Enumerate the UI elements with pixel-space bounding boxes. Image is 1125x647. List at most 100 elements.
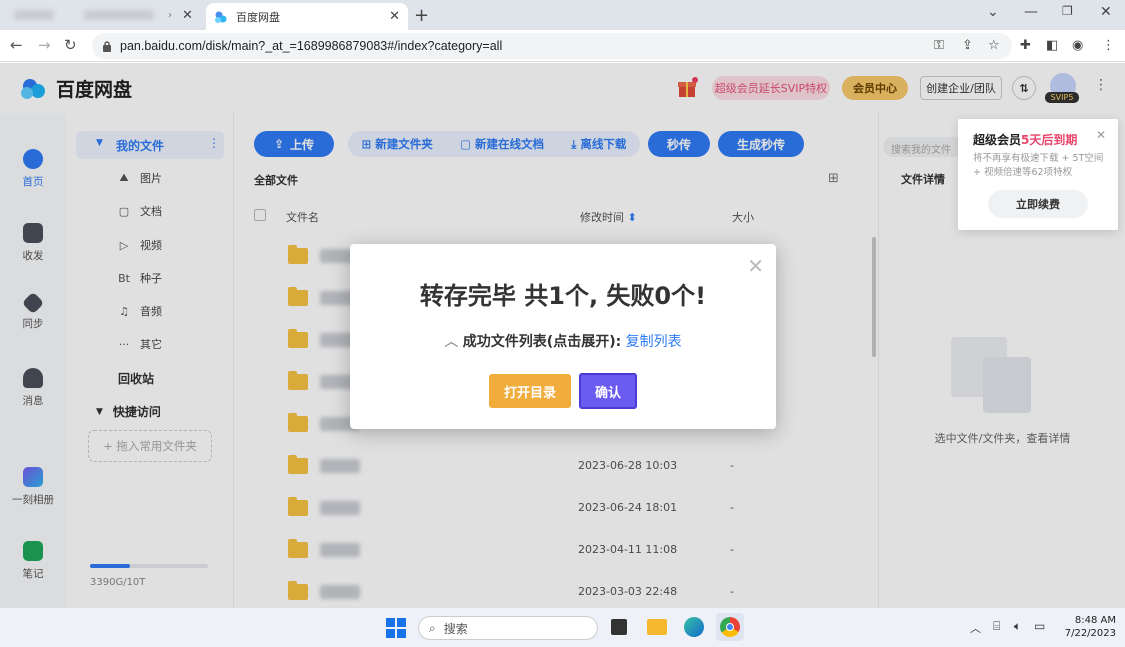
dialog-close-icon[interactable]: ✕ [747,254,764,278]
chevron-up-icon[interactable]: ︿ [444,334,458,350]
folder-icon [288,371,308,390]
storage-text: 3390G/10T [90,577,146,588]
battery-icon[interactable]: ▭ [1034,619,1045,633]
grid-view-icon[interactable]: ⊞ [828,171,839,186]
nav-notes[interactable]: 笔记 [0,541,66,581]
renew-button[interactable]: 立即续费 [988,190,1088,218]
bookmark-star-icon[interactable]: ☆ [988,38,1000,53]
scrollbar-thumb[interactable] [872,237,876,357]
my-files-item[interactable]: ▼ 我的文件 ⋮ [76,131,224,159]
edge-icon[interactable] [684,617,704,637]
key-icon[interactable]: ⚿ [934,38,944,53]
share-icon[interactable]: ⇪ [962,38,973,53]
success-list-toggle[interactable]: 成功文件列表(点击展开): [463,334,621,350]
close-tab-icon[interactable]: ✕ [182,8,193,23]
offline-download-button[interactable]: ⤓ 离线下载 [571,136,626,152]
extensions-icon[interactable]: ✚ [1020,38,1031,53]
nav-album[interactable]: 一刻相册 [0,467,66,507]
tab-search-chevron-icon[interactable]: ⌄ [987,4,999,20]
nav-send-receive[interactable]: 收发 [0,223,66,263]
column-size[interactable]: 大小 [732,209,754,225]
instant-upload-button[interactable]: 秒传 [648,131,710,157]
breadcrumb: 全部文件 [254,174,298,187]
new-doc-button[interactable]: ▢ 新建在线文档 [460,136,544,152]
back-arrow-icon[interactable]: ← [10,36,23,54]
windows-start-icon[interactable] [386,618,406,638]
transfer-complete-dialog: ✕ 转存完毕 共1个, 失败0个! ︿ 成功文件列表(点击展开): 复制列表 打… [350,244,776,429]
volume-icon[interactable]: 🔈︎ [1014,619,1021,634]
file-modified: 2023-03-03 22:48 [578,585,678,598]
storage-bar [90,564,208,568]
transfer-list-icon[interactable]: ⇅ [1012,76,1036,100]
column-name[interactable]: 文件名 [286,209,319,225]
new-folder-button[interactable]: ⊞ 新建文件夹 [362,136,433,152]
chrome-taskbar-item[interactable] [716,613,744,641]
folder-icon [288,581,308,600]
tray-chevron-icon[interactable]: ︿ [970,620,981,636]
open-directory-button[interactable]: 打开目录 [489,374,571,408]
table-row[interactable]: 2023-06-24 18:01 - [234,487,874,529]
profile-icon[interactable]: ◉ [1072,38,1083,53]
action-group: ⊞ 新建文件夹 ▢ 新建在线文档 ⤓ 离线下载 [348,131,640,157]
gift-box-icon[interactable] [676,77,698,99]
document-icon: ▢ [118,204,130,218]
folder-icon [288,413,308,432]
table-row[interactable]: 2023-06-28 10:03 - [234,445,874,487]
new-tab-plus-icon[interactable]: + [414,5,429,26]
caret-down-icon: ▼ [96,406,103,417]
confirm-button[interactable]: 确认 [579,373,637,409]
cloud-icon [23,149,43,169]
nav-label: 首页 [22,176,44,188]
nav-home[interactable]: 首页 [0,149,66,189]
clock[interactable]: 8:48 AM 7/22/2023 [1060,614,1116,640]
side-panel-icon[interactable]: ◧ [1046,38,1058,53]
popup-title-prefix: 超级会员 [973,133,1022,147]
nav-label: 收发 [22,250,44,262]
browser-tab-active[interactable]: 百度网盘 ✕ [206,3,408,30]
folder-icon [288,329,308,348]
network-icon[interactable]: ⌸ [993,619,1000,634]
column-modified[interactable]: 修改时间 ⬍ [580,209,637,225]
copy-list-link[interactable]: 复制列表 [626,334,682,350]
detail-title: 文件详情 [901,173,945,186]
storage-bar-fill [90,564,131,568]
nav-messages[interactable]: 消息 [0,368,66,408]
upload-button[interactable]: ⇪ 上传 [254,131,334,157]
svip-promo-pill[interactable]: 超级会员延长SVIP特权 [712,76,830,100]
sync-icon [21,291,45,315]
category-label: 图片 [140,172,162,185]
popup-close-icon[interactable]: ✕ [1096,128,1106,142]
taskbar-search[interactable]: ⌕ 搜索 [418,616,598,640]
address-bar[interactable]: pan.baidu.com/disk/main?_at_=16899868790… [92,33,1012,59]
more-menu-icon[interactable]: ⋮ [1094,77,1108,93]
task-view-icon[interactable] [611,619,627,635]
generate-instant-button[interactable]: 生成秒传 [718,131,804,157]
browser-menu-icon[interactable]: ⋮ [1102,38,1115,53]
select-all-checkbox[interactable] [254,209,266,221]
logo[interactable]: 百度网盘 [18,75,132,102]
play-icon: ▷ [119,238,129,252]
reload-icon[interactable]: ↻ [64,36,77,54]
member-center-button[interactable]: 会员中心 [842,76,908,100]
browser-tab-blurred[interactable]: › ✕ [8,0,198,30]
popup-title-highlight: 5天后到期 [1021,133,1078,147]
forward-arrow-icon[interactable]: → [38,36,51,54]
create-team-button[interactable]: 创建企业/团队 [920,76,1002,100]
chrome-icon [720,617,740,637]
empty-file-illustration [983,357,1031,413]
file-explorer-icon[interactable] [647,619,667,635]
search-input[interactable]: 搜索我的文件 [883,137,963,157]
window-close-icon[interactable]: ✕ [1100,4,1112,20]
app-header: 百度网盘 超级会员延长SVIP特权 会员中心 创建企业/团队 ⇅ SVIP5 ⋮ [0,63,1125,113]
more-icon[interactable]: ⋮ [208,136,220,150]
restore-icon[interactable]: ❐ [1062,4,1073,18]
file-size: - [730,585,734,598]
drag-folder-dropzone[interactable]: + 拖入常用文件夹 [88,430,212,462]
minimize-icon[interactable]: — [1024,4,1038,20]
close-tab-icon[interactable]: ✕ [389,9,400,24]
quick-access-label: 快捷访问 [112,405,161,419]
svip-expiry-popup: 超级会员5天后到期 ✕ 将不再享有极速下载 + 5T空间 + 视频倍速等62项特… [958,119,1118,230]
table-row[interactable]: 2023-04-11 11:08 - [234,529,874,571]
folder-icon [288,497,308,516]
nav-sync[interactable]: 同步 [0,291,66,331]
